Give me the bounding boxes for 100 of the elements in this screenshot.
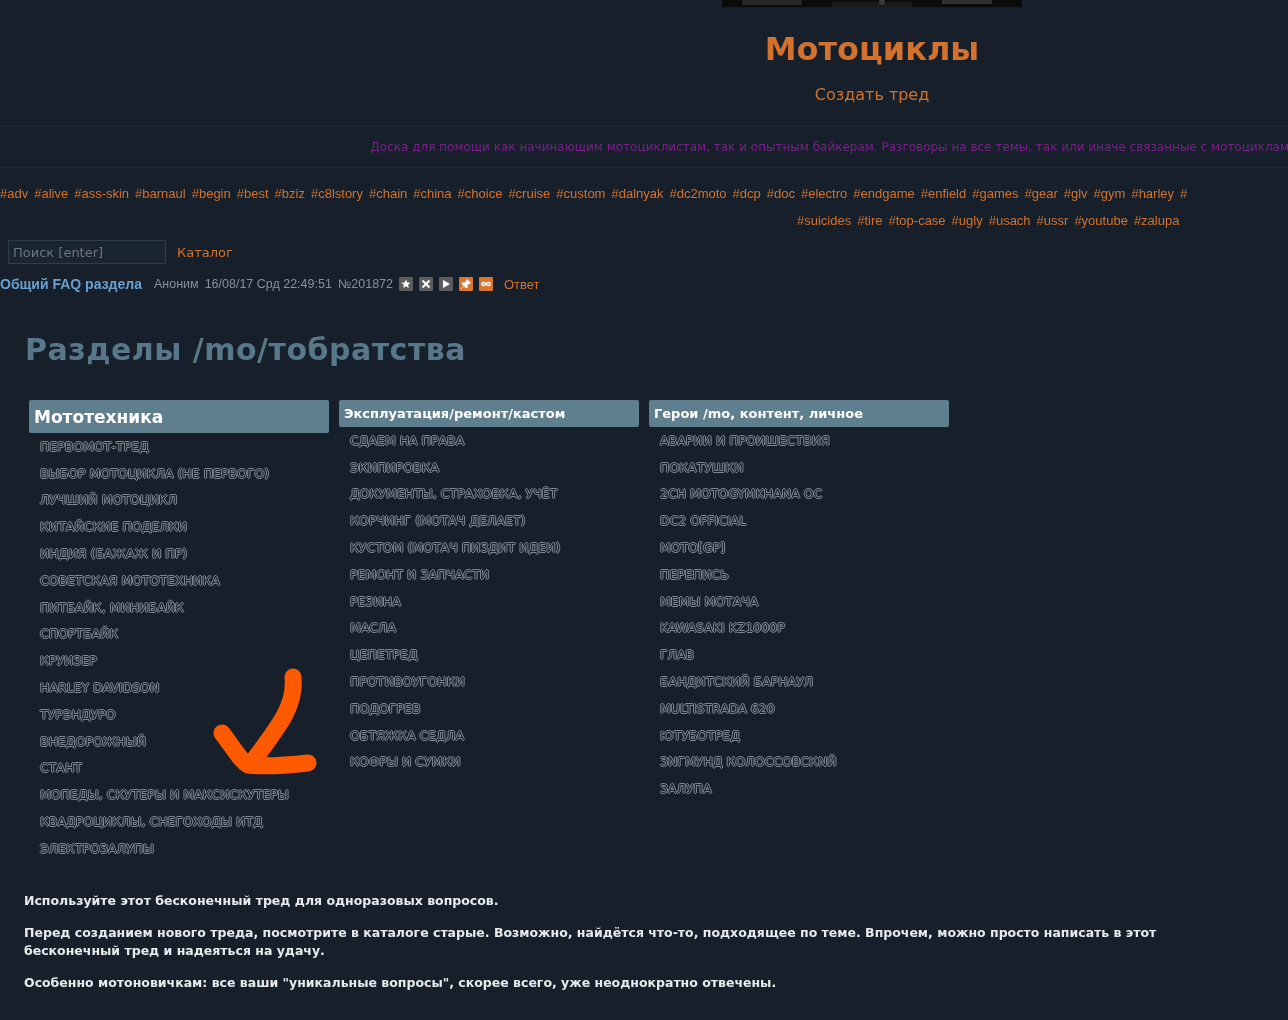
tag-link[interactable]: #china — [413, 186, 452, 201]
section-link[interactable]: СДАЕМ НА ПРАВА — [350, 427, 639, 454]
section-link[interactable]: ВЫБОР МОТОЦИКЛА (НЕ ПЕРВОГО) — [40, 459, 329, 487]
tag-link[interactable]: #glv — [1063, 186, 1088, 201]
section-link[interactable]: ЮТУБОТРЕД — [660, 721, 949, 749]
column-header: Эксплуатация/ремонт/кастом — [339, 400, 639, 427]
tag-link[interactable]: #dc2moto — [669, 186, 727, 201]
section-link[interactable]: КРУИЗЕР — [40, 647, 329, 675]
section-link[interactable]: ЭЛЕКТРОЗАЛУПЫ — [40, 834, 329, 862]
section-link[interactable]: ДОКУМЕНТЫ, СТРАХОВКА, УЧЁТ — [350, 480, 639, 508]
tag-link[interactable]: #dalnyak — [611, 186, 664, 201]
post-subject: Общий FAQ раздела — [0, 276, 142, 292]
section-link[interactable]: МАСЛА — [350, 614, 639, 642]
tag-link[interactable]: #gear — [1024, 186, 1058, 201]
post-action-button[interactable] — [479, 277, 493, 291]
section-link[interactable]: ТУРЭНДУРО — [40, 700, 329, 728]
faq-paragraph: Используйте этот бесконечный тред для одноразовых вопросов. — [24, 891, 500, 910]
section-link[interactable]: ПЕРВОМОТ-ТРЕД — [40, 433, 329, 460]
search-field[interactable]: Поиск [enter] — [8, 240, 166, 264]
tag-link[interactable]: #ass-skin — [74, 186, 130, 201]
section-link[interactable]: 2CH MOTOGYMKHANA OC — [660, 480, 949, 508]
tag-link[interactable]: # — [1180, 186, 1188, 201]
tag-link[interactable]: #dcp — [732, 186, 761, 201]
section-link[interactable]: KAWASAKI KZ1000P — [660, 614, 949, 642]
tag-link[interactable]: #custom — [556, 186, 606, 201]
reply-link[interactable]: Ответ — [504, 276, 540, 292]
star-icon — [401, 279, 411, 289]
section-link[interactable]: КИТАЙСКИЕ ПОДЕЛКИ — [40, 513, 329, 541]
section-link[interactable]: ГЛАВ — [660, 641, 949, 669]
tag-link[interactable]: #youtube — [1074, 213, 1128, 228]
section-link[interactable]: ПРОТИВОУГОНКИ — [350, 668, 639, 695]
tag-link[interactable]: #adv — [0, 186, 29, 201]
section-link[interactable]: КВАДРОЦИКЛЫ, СНЕГОХОДЫ ИТД — [40, 808, 329, 835]
section-link[interactable]: СОВЕТСКАЯ МОТОТЕХНИКА — [40, 567, 329, 594]
section-link[interactable]: ИНДИЯ (БАЖАЖ И ПР) — [40, 540, 329, 567]
section-link[interactable]: ПОКАТУШКИ — [660, 453, 949, 481]
post-action-button[interactable] — [419, 277, 433, 291]
tag-link[interactable]: #bziz — [274, 186, 305, 201]
tag-link[interactable]: #harley — [1131, 186, 1175, 201]
section-link[interactable]: РЕМОНТ И ЗАПЧАСТИ — [350, 561, 639, 588]
post-number[interactable]: №201872 — [337, 277, 393, 291]
create-thread-link[interactable]: Создать тред — [814, 85, 930, 104]
section-link[interactable]: ОБТЯЖКА СЕДЛА — [350, 721, 639, 749]
post-action-button[interactable] — [459, 277, 473, 291]
tag-link[interactable]: #doc — [766, 186, 795, 201]
tag-link[interactable]: #endgame — [853, 186, 915, 201]
section-link[interactable]: ЗNГМУНД КОЛОССОВСКNЙ — [660, 748, 949, 776]
post-author: Аноним — [153, 277, 199, 291]
section-link[interactable]: DC2 OFFICIAL — [660, 507, 949, 535]
section-link[interactable]: КОРЧИНГ (МОТАЧ ДЕЛАЕТ) — [350, 507, 639, 535]
section-link[interactable]: ЭКИПИРОВКА — [350, 453, 639, 481]
tag-link[interactable]: #alive — [34, 186, 69, 201]
section-link[interactable]: ВНЕДОРОЖНЫЙ — [40, 727, 329, 755]
section-link[interactable]: ПОДОГРЕВ — [350, 694, 639, 722]
tag-link[interactable]: #c8lstory — [310, 186, 363, 201]
tag-link[interactable]: #electro — [801, 186, 848, 201]
section-link[interactable]: МЕМЫ МОТАЧА — [660, 587, 949, 615]
tag-link[interactable]: #enfield — [920, 186, 967, 201]
tag-link[interactable]: #cruise — [508, 186, 551, 201]
section-link[interactable]: РЕЗИНА — [350, 587, 639, 615]
tag-link[interactable]: #suicides — [797, 213, 852, 228]
tag-link[interactable]: #zalupa — [1133, 213, 1180, 228]
tag-link[interactable]: #choice — [457, 186, 503, 201]
section-link[interactable]: КОФРЫ И СУМКИ — [350, 748, 639, 776]
faq-paragraph: Перед созданием нового треда, посмотрите в каталоге старые. Возможно, найдётся что-то, подходящее по теме. Впрочем, можно просто написать в этот бесконечный тред и надеяться на удачу. — [24, 923, 1158, 960]
tag-link[interactable]: #begin — [191, 186, 231, 201]
tag-link[interactable]: #barnaul — [135, 186, 186, 201]
faq-paragraph: Особенно мотоновичкам: все ваши "уникальные вопросы", скорее всего, уже неоднократно отвечены. — [24, 973, 778, 992]
section-link[interactable]: MULTISTRADA 620 — [660, 694, 949, 722]
section-link[interactable]: HARLEY DAVIDSON — [40, 674, 329, 701]
post-action-button[interactable] — [399, 277, 413, 291]
tag-link[interactable]: #chain — [368, 186, 408, 201]
section-link[interactable]: ЛУЧШИЙ МОТОЦИКЛ — [40, 486, 329, 514]
tag-link[interactable]: #tire — [857, 213, 883, 228]
tag-link[interactable]: #best — [236, 186, 269, 201]
section-link[interactable]: MOTO[GP] — [660, 534, 949, 561]
post-date: 16/08/17 Срд 22:49:51 — [204, 277, 332, 291]
post-action-button[interactable] — [439, 277, 453, 291]
tag-link[interactable]: #usach — [988, 213, 1031, 228]
section-link[interactable]: СПОРТБАЙК — [40, 620, 329, 648]
catalog-link[interactable]: Каталог — [177, 244, 233, 260]
section-link[interactable]: КУСТОМ (МОТАЧ ПИЗДИТ ИДЕИ) — [350, 534, 639, 561]
section-link[interactable]: БАНДИТСКИЙ БАРНАУЛ — [660, 668, 949, 695]
tag-link[interactable]: #games — [972, 186, 1019, 201]
section-link[interactable]: ЗАЛУПА — [660, 775, 949, 803]
play-icon — [441, 279, 451, 289]
section-link[interactable]: СТАНТ — [40, 754, 329, 782]
section-link[interactable]: ЦЕПЕТРЕД — [350, 641, 639, 669]
tag-link[interactable]: #ussr — [1036, 213, 1069, 228]
section-link[interactable]: ПЕРЕПИСЬ — [660, 561, 949, 588]
pin-icon — [461, 279, 471, 289]
section-link[interactable]: АВАРИИ И ПРОИШЕСТВИЯ — [660, 427, 949, 454]
tag-link[interactable]: #top-case — [888, 213, 946, 228]
tag-link[interactable]: #gym — [1093, 186, 1126, 201]
close-icon — [421, 279, 431, 289]
board-description: Доска для помощи как начинающим мотоциклистам, так и опытным байкерам. Разговоры на все темы, так или иначе связанные с мотоциклам — [370, 140, 1288, 154]
tag-link[interactable]: #ugly — [951, 213, 983, 228]
sections-heading: Разделы /mo/тобратства — [25, 332, 468, 368]
section-link[interactable]: МОПЕДЫ, СКУТЕРЫ И МАКСИСКУТЕРЫ — [40, 781, 329, 809]
section-link[interactable]: ПИТБАЙК, МИНИБАЙК — [40, 593, 329, 621]
